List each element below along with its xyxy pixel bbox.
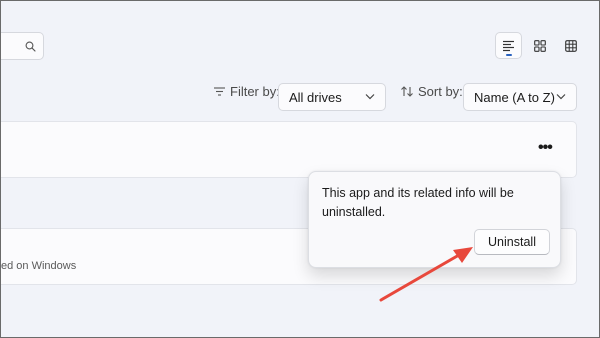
grid-view-button[interactable] xyxy=(557,32,584,59)
filter-dropdown[interactable]: All drives xyxy=(278,83,386,111)
app-publisher-text: ed on Windows xyxy=(1,260,77,272)
view-toggle-group xyxy=(495,32,584,59)
sort-dropdown-value: Name (A to Z) xyxy=(474,89,555,105)
sort-label-text: Sort by: xyxy=(418,84,463,99)
filter-dropdown-value: All drives xyxy=(289,89,342,105)
filter-label-text: Filter by: xyxy=(230,84,280,99)
uninstall-flyout: This app and its related info will be un… xyxy=(308,171,561,268)
search-icon xyxy=(25,41,36,52)
tile-view-icon xyxy=(533,39,546,52)
list-view-button[interactable] xyxy=(495,32,522,59)
uninstall-button[interactable]: Uninstall xyxy=(474,229,550,255)
sort-icon xyxy=(401,86,413,97)
grid-view-icon xyxy=(564,39,577,52)
chevron-down-icon xyxy=(365,94,375,100)
search-input[interactable] xyxy=(1,32,44,60)
sort-dropdown[interactable]: Name (A to Z) xyxy=(463,83,577,111)
list-view-icon xyxy=(503,40,514,51)
settings-window: Filter by: All drives Sort by: Name (A t… xyxy=(0,0,600,338)
filter-label: Filter by: xyxy=(214,84,280,99)
chevron-down-icon xyxy=(556,94,566,100)
tile-view-button[interactable] xyxy=(526,32,553,59)
sort-label: Sort by: xyxy=(401,84,463,99)
flyout-message: This app and its related info will be un… xyxy=(322,186,514,219)
more-options-button[interactable]: ••• xyxy=(538,140,554,156)
app-list-item xyxy=(1,121,577,178)
filter-icon xyxy=(214,87,225,96)
